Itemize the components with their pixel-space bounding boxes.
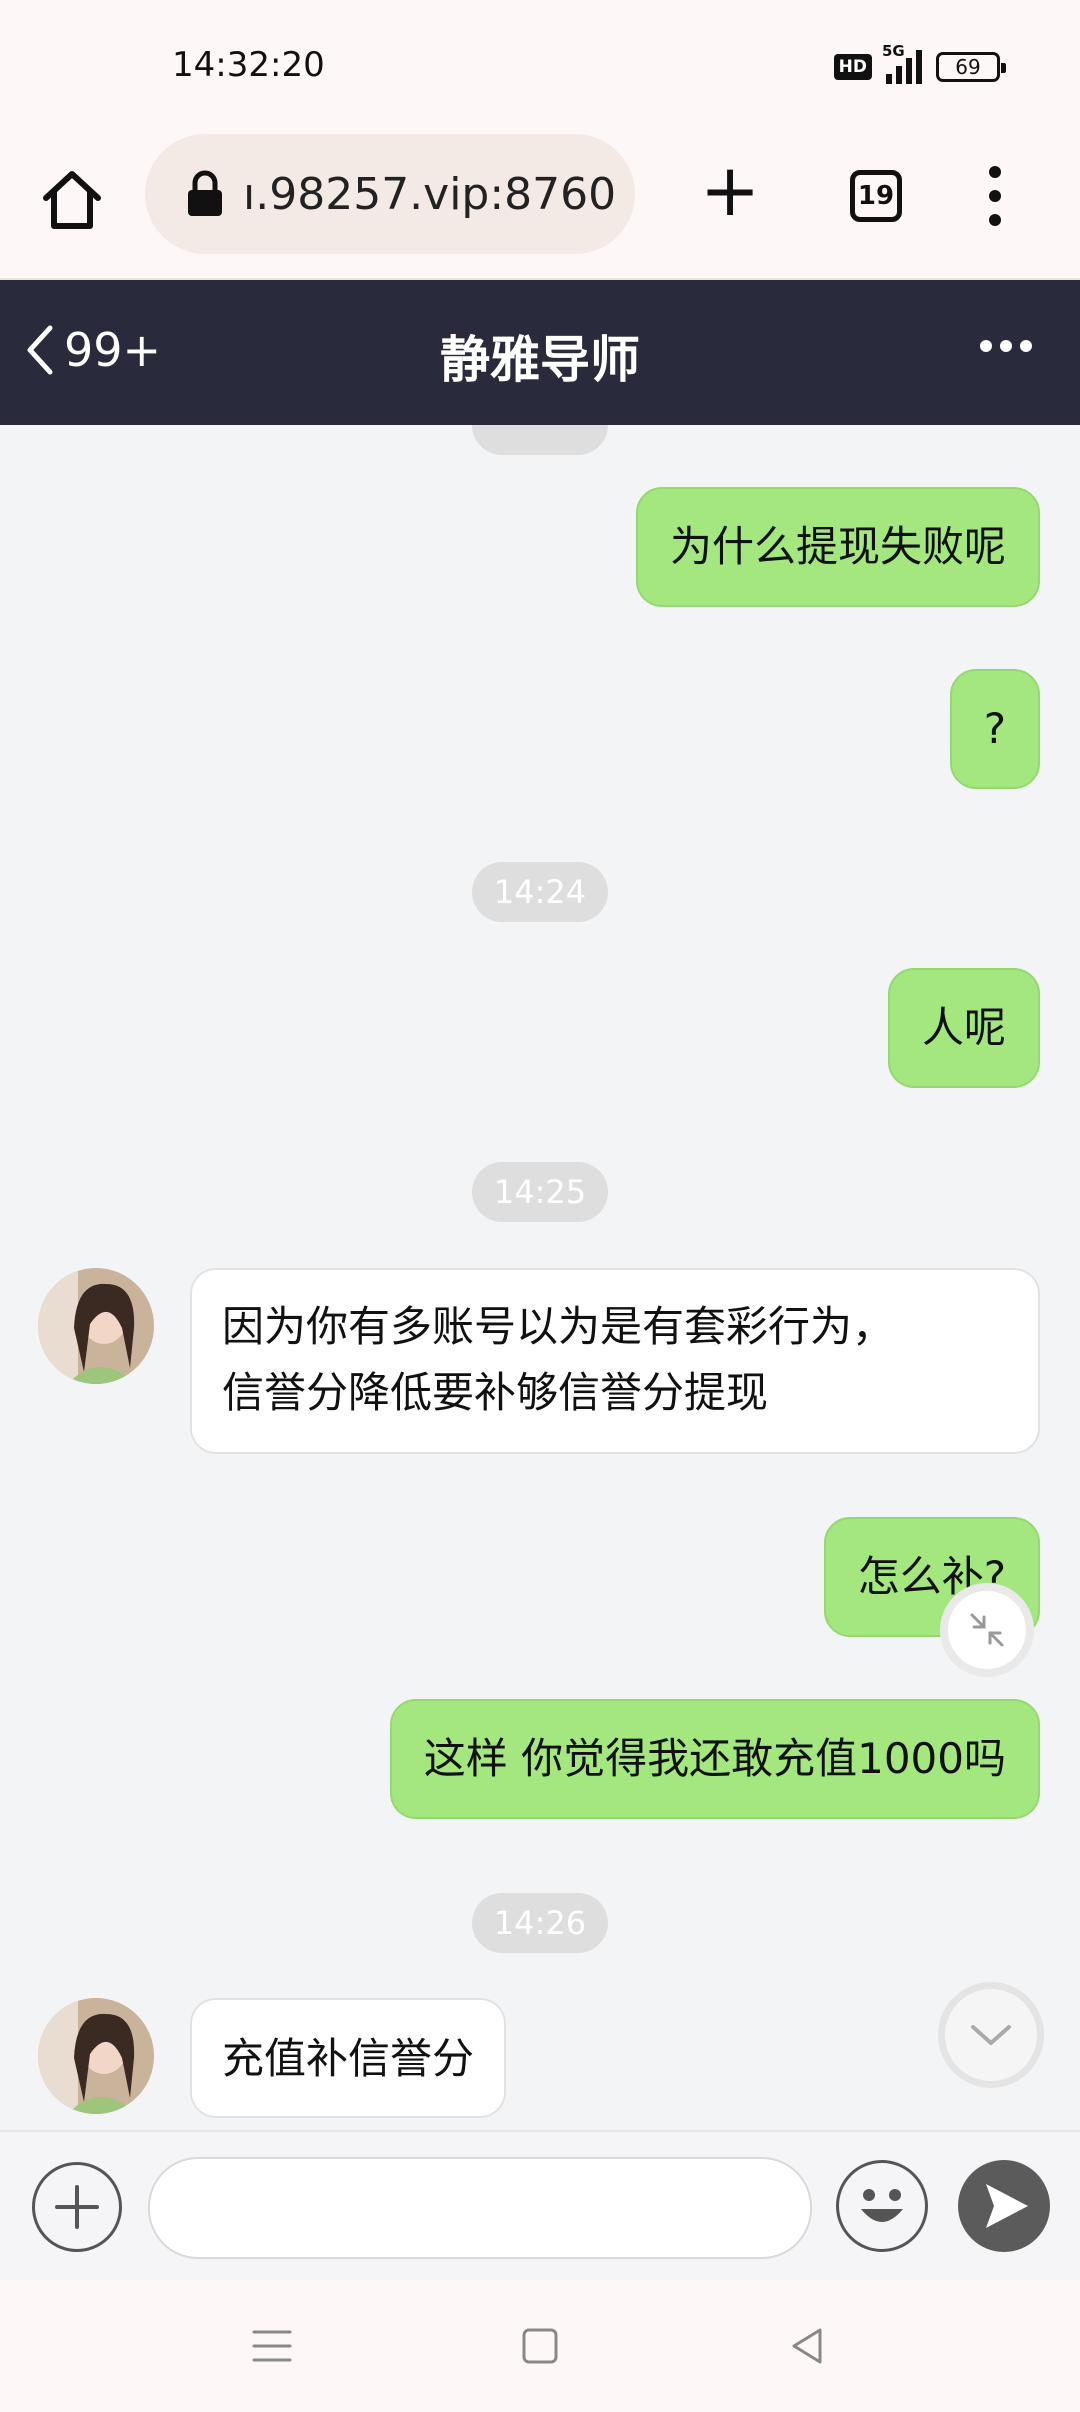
hd-icon: HD bbox=[833, 54, 872, 80]
browser-toolbar: ı.98257.vip:8760 + 19 bbox=[0, 130, 1080, 280]
time-divider: 14:24 bbox=[472, 862, 608, 922]
status-time: 14:32:20 bbox=[172, 45, 325, 85]
browser-menu-icon[interactable] bbox=[980, 166, 1010, 226]
collapse-icon bbox=[970, 1613, 1004, 1647]
scroll-to-bottom-button[interactable] bbox=[938, 1982, 1044, 2088]
status-icons: HD 5G 69 bbox=[833, 42, 1006, 84]
battery-level: 69 bbox=[955, 55, 981, 79]
signal-icon: 5G bbox=[882, 42, 922, 84]
chat-header: 99+ 静雅导师 bbox=[0, 280, 1080, 425]
message-input-bar bbox=[0, 2130, 1080, 2280]
emoji-icon bbox=[861, 2189, 903, 2222]
avatar[interactable] bbox=[38, 1998, 154, 2114]
add-attachment-button[interactable] bbox=[32, 2162, 122, 2252]
lock-icon bbox=[188, 170, 222, 216]
emoji-button[interactable] bbox=[836, 2160, 928, 2252]
home-icon[interactable] bbox=[36, 164, 108, 236]
minimize-button[interactable] bbox=[940, 1583, 1034, 1677]
back-triangle-icon[interactable] bbox=[780, 2318, 836, 2374]
message-bubble-outgoing[interactable]: 为什么提现失败呢 bbox=[635, 487, 1040, 607]
message-bubble-outgoing[interactable]: ? bbox=[949, 669, 1040, 789]
network-label: 5G bbox=[882, 42, 905, 60]
system-navigation-bar bbox=[0, 2280, 1080, 2412]
url-text: ı.98257.vip:8760 bbox=[243, 168, 617, 220]
message-text-line: 因为你有多账号以为是有套彩行为， bbox=[222, 1302, 895, 1351]
time-divider: 14:26 bbox=[472, 1893, 608, 1953]
chat-title: 静雅导师 bbox=[440, 331, 640, 389]
message-input[interactable] bbox=[148, 2157, 812, 2259]
message-bubble-outgoing[interactable]: 这样 你觉得我还敢充值1000吗 bbox=[389, 1699, 1040, 1819]
time-divider bbox=[472, 425, 608, 455]
address-bar[interactable]: ı.98257.vip:8760 bbox=[145, 134, 635, 254]
send-button[interactable] bbox=[958, 2160, 1050, 2252]
new-tab-icon[interactable]: + bbox=[695, 154, 765, 230]
time-divider: 14:25 bbox=[472, 1162, 608, 1222]
message-text: 人呢 bbox=[921, 1003, 1006, 1052]
battery-icon: 69 bbox=[936, 52, 1006, 82]
tab-switcher-button[interactable]: 19 bbox=[850, 170, 902, 222]
chevron-down-icon bbox=[971, 2025, 1011, 2045]
message-text: 这样 你觉得我还敢充值1000吗 bbox=[423, 1734, 1006, 1783]
plus-icon bbox=[55, 2185, 99, 2229]
avatar[interactable] bbox=[38, 1268, 154, 1384]
message-text-line: 信誉分降低要补够信誉分提现 bbox=[222, 1368, 769, 1417]
message-bubble-incoming[interactable]: 充值补信誉分 bbox=[190, 1998, 507, 2118]
message-text: ? bbox=[983, 704, 1006, 753]
message-text: 为什么提现失败呢 bbox=[669, 522, 1006, 571]
status-bar: 14:32:20 HD 5G 69 bbox=[0, 0, 1080, 130]
message-bubble-incoming[interactable]: 因为你有多账号以为是有套彩行为， 信誉分降低要补够信誉分提现 bbox=[190, 1268, 1040, 1454]
message-text: 充值补信誉分 bbox=[222, 2034, 475, 2083]
message-bubble-outgoing[interactable]: 人呢 bbox=[887, 968, 1040, 1088]
chat-messages[interactable]: 为什么提现失败呢 ? 14:24 人呢 14:25 因为你有多账号以为是有套彩行… bbox=[0, 425, 1080, 2130]
home-square-icon[interactable] bbox=[512, 2318, 568, 2374]
send-icon bbox=[986, 2184, 1028, 2228]
more-options-icon[interactable] bbox=[980, 340, 1032, 352]
tab-count: 19 bbox=[857, 181, 895, 211]
menu-icon[interactable] bbox=[244, 2318, 300, 2374]
